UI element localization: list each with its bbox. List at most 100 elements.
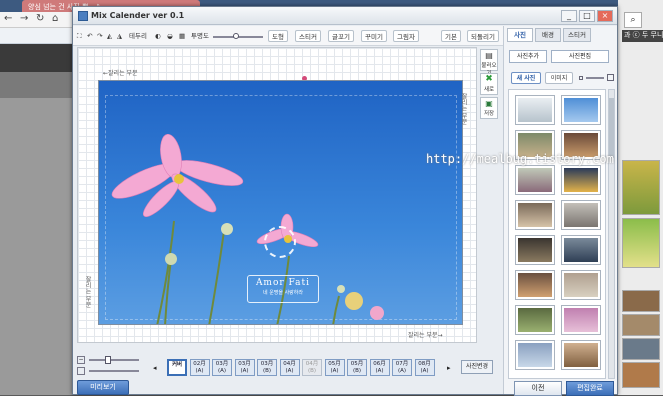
forward-icon[interactable]: → [20, 13, 28, 24]
finish-edit-button[interactable]: 편집완료 [566, 381, 614, 396]
photo-thumbnail[interactable] [516, 271, 554, 299]
page-banner[interactable] [622, 160, 660, 215]
maximize-button[interactable]: □ [579, 10, 595, 22]
flip-icon[interactable]: ◭ [107, 30, 112, 42]
photo-thumbnail[interactable] [562, 271, 600, 299]
photo-thumbnail[interactable] [562, 166, 600, 194]
page-thumb[interactable] [622, 362, 660, 388]
tab-photo[interactable]: 사진 [507, 28, 533, 42]
default-button[interactable]: 기본 [441, 30, 461, 42]
month-tab[interactable]: 04月 (B) [302, 359, 322, 376]
month-tab-label: 커버 [171, 362, 183, 368]
month-tab[interactable]: 02月 (A) [189, 359, 210, 376]
month-tab-variant: (A) [397, 368, 407, 374]
page-thumb[interactable] [622, 338, 660, 360]
zoom-out-icon[interactable]: − [77, 356, 85, 364]
palette-icon[interactable]: ▦ [179, 30, 185, 42]
contrast-icon[interactable]: ◐ [155, 30, 161, 42]
home-icon[interactable]: ⌂ [52, 13, 58, 24]
minimize-button[interactable]: _ [561, 10, 577, 22]
photo-thumbnail[interactable] [516, 166, 554, 194]
watermark-text: http://mealbug.tistory.com [426, 152, 614, 166]
deco-button[interactable]: 꾸미기 [361, 30, 387, 42]
rotate-slider[interactable] [89, 370, 139, 372]
save-button[interactable]: ▣ 저장 [480, 97, 498, 119]
zoom-slider-knob[interactable] [105, 356, 111, 364]
month-tab[interactable]: 07月 (A) [392, 359, 412, 376]
calendar-canvas[interactable]: ←잘리는 부분 Amor Fati 네 운명을 사랑하라 잘리는 부분 잘리는 … [77, 47, 477, 343]
next-page-icon[interactable]: ▸ [447, 364, 451, 372]
month-tab[interactable]: 06月 (A) [369, 359, 390, 376]
month-tab-label: 04月 [305, 361, 319, 367]
zoom-slider[interactable] [89, 359, 139, 361]
photo-thumbnail[interactable] [516, 236, 554, 264]
month-tab-variant: (A) [240, 368, 249, 374]
calendar-photo[interactable]: Amor Fati 네 운명을 사랑하라 [98, 80, 463, 325]
month-tab-variant: (A) [285, 368, 294, 374]
month-tab[interactable]: 03月 (B) [257, 359, 277, 376]
photo-thumbnail[interactable] [516, 306, 554, 334]
change-photo-button[interactable]: 사진변경 [461, 360, 493, 374]
photo-thumbnail[interactable] [562, 306, 600, 334]
crop-guide-top: ←잘리는 부분 [103, 70, 138, 77]
crop-guide-right: 잘리는 부분 [460, 93, 467, 125]
month-tab[interactable]: 05月 (A) [324, 359, 345, 376]
preview-button[interactable]: 미리보기 [77, 380, 129, 395]
month-tab[interactable]: 커버 [167, 359, 187, 376]
photo-thumbnail[interactable] [562, 236, 600, 264]
month-tab[interactable]: 08月 (A) [414, 359, 435, 376]
month-tab-variant: (B) [262, 368, 272, 374]
previous-button[interactable]: 이전 [514, 381, 562, 396]
undo-button[interactable]: 되돌리기 [467, 30, 499, 42]
page-snippet: 과 ⓒ 두 무니.. [622, 30, 663, 42]
photo-thumbnail[interactable] [516, 341, 554, 369]
size-large-icon[interactable] [607, 74, 614, 81]
photo-thumbnail-grid[interactable] [508, 89, 606, 379]
crop-icon[interactable]: ⛶ [77, 30, 82, 42]
photo-thumbnail[interactable] [562, 201, 600, 229]
month-tab[interactable]: 05月 (B) [347, 359, 367, 376]
quote-sticker[interactable]: Amor Fati 네 운명을 사랑하라 [247, 275, 319, 303]
rotate-right-icon[interactable]: ↷ [97, 30, 102, 42]
rotate-left-icon[interactable]: ↶ [87, 30, 92, 42]
refresh-icon[interactable]: ↻ [36, 13, 44, 24]
fit-icon[interactable] [77, 367, 85, 375]
opacity-slider-knob[interactable] [233, 33, 239, 39]
edit-photo-button[interactable]: 사진편집 [551, 50, 609, 63]
page-thumb[interactable] [622, 314, 660, 336]
photo-thumbnail[interactable] [562, 96, 600, 124]
shadow-button[interactable]: 그림자 [393, 30, 419, 42]
color-icon[interactable]: ◒ [167, 30, 173, 42]
mirror-icon[interactable]: ◮ [117, 30, 122, 42]
tab-sticker[interactable]: 스티커 [563, 28, 591, 42]
tab-background[interactable]: 배경 [535, 28, 561, 42]
thumbnail-scrollbar[interactable] [608, 89, 615, 379]
back-icon[interactable]: ← [4, 13, 12, 24]
title-bar[interactable]: Mix Calender ver 0.1 _ □ × [73, 7, 617, 25]
page-banner[interactable] [622, 218, 660, 268]
photo-thumbnail[interactable] [516, 201, 554, 229]
new-button[interactable]: ✖ 새로 [480, 73, 498, 95]
month-tab[interactable]: 03月 (A) [234, 359, 255, 376]
photo-subtabs: 새 사진 이미지 [509, 72, 615, 84]
search-icon[interactable]: ⌕ [624, 12, 642, 28]
page-thumb[interactable] [622, 290, 660, 312]
open-button[interactable]: ▤ 불러오기 [480, 49, 498, 77]
month-tab-variant: (B) [307, 368, 317, 374]
thumb-size-slider[interactable] [586, 77, 604, 79]
month-tab[interactable]: 04月 (A) [279, 359, 300, 376]
subtab-new-photo[interactable]: 새 사진 [511, 72, 541, 84]
photo-thumbnail[interactable] [516, 96, 554, 124]
size-small-icon[interactable] [579, 76, 583, 80]
scrollbar-thumb[interactable] [609, 98, 614, 158]
subtab-image[interactable]: 이미지 [545, 72, 573, 84]
prev-page-icon[interactable]: ◂ [153, 364, 157, 372]
close-button[interactable]: × [597, 10, 613, 22]
text-button[interactable]: 글꼬기 [328, 30, 354, 42]
photo-thumbnail[interactable] [562, 341, 600, 369]
sticker-button[interactable]: 스티커 [295, 30, 321, 42]
shape-button[interactable]: 도형 [268, 30, 288, 42]
add-photo-button[interactable]: 사진추가 [509, 50, 547, 63]
month-tab-label: 05月 [328, 361, 341, 367]
month-tab[interactable]: 03月 (A) [212, 359, 232, 376]
